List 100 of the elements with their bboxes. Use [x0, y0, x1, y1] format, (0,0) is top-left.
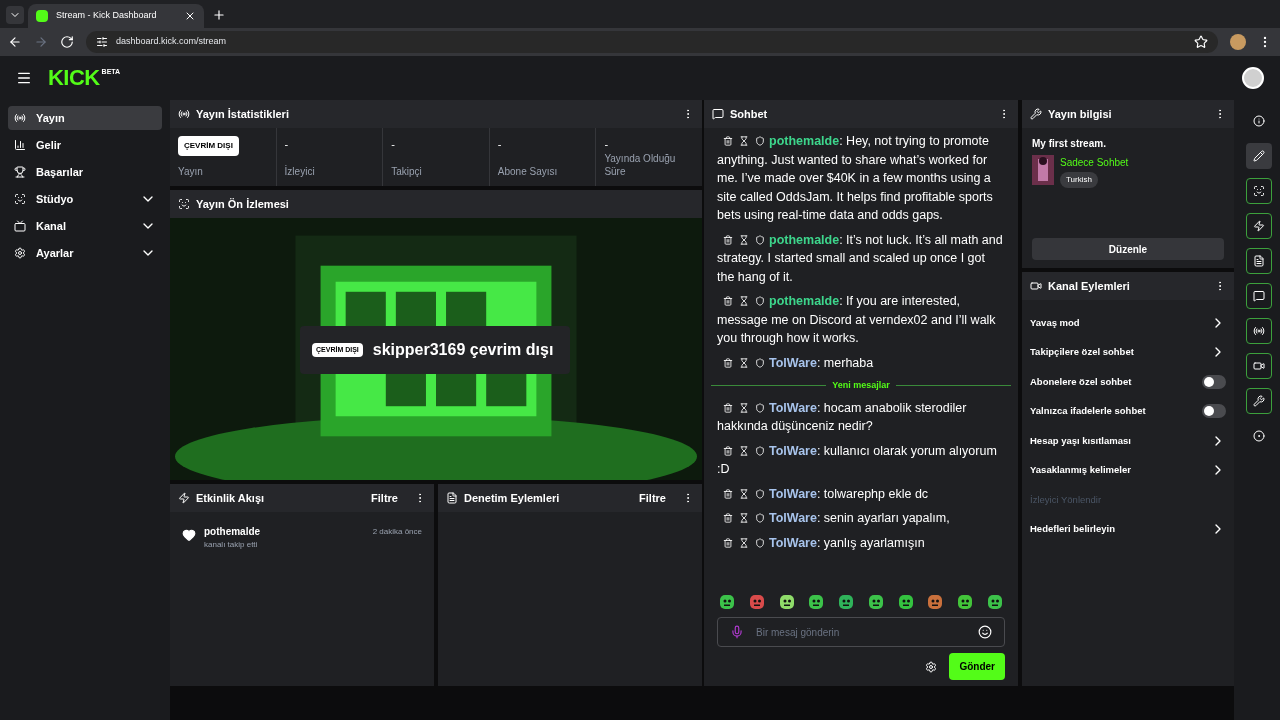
channel-action-item: İzleyici Yönlendir	[1030, 492, 1103, 507]
delete-icon[interactable]	[723, 136, 733, 146]
hourglass-icon[interactable]	[739, 402, 749, 413]
delete-icon[interactable]	[723, 402, 733, 413]
profile-avatar[interactable]	[1230, 34, 1246, 50]
camera-icon[interactable]	[1246, 353, 1272, 379]
delete-icon[interactable]	[723, 537, 733, 548]
emote-icon[interactable]	[718, 593, 736, 611]
shield-icon[interactable]	[755, 513, 765, 523]
sidebar-item[interactable]: Yayın	[8, 106, 162, 130]
broadcast-icon[interactable]	[1246, 318, 1272, 344]
emote-icon[interactable]	[837, 593, 856, 611]
shield-icon[interactable]	[755, 296, 765, 306]
event-time: 2 dakika önce	[372, 526, 422, 538]
chat-username[interactable]: TolWare	[769, 400, 817, 415]
status-badge: ÇEVRİM DIŞI	[178, 136, 239, 156]
forward-icon[interactable]	[34, 35, 48, 49]
hourglass-icon[interactable]	[739, 488, 749, 499]
close-icon[interactable]	[184, 10, 196, 22]
message-input[interactable]: Bir mesaj gönderin	[756, 624, 966, 640]
channel-action-item[interactable]: Abonelere özel sohbet	[1030, 367, 1226, 397]
toggle-switch[interactable]	[1202, 374, 1226, 389]
sidebar-item[interactable]: Kanal	[8, 214, 162, 238]
delete-icon[interactable]	[723, 488, 733, 499]
emote-icon[interactable]	[985, 593, 1004, 611]
shield-icon[interactable]	[755, 357, 765, 368]
hourglass-icon[interactable]	[739, 513, 749, 523]
shield-icon[interactable]	[755, 445, 765, 456]
send-button[interactable]: Gönder	[949, 653, 1005, 680]
emote-icon[interactable]	[777, 593, 796, 611]
chat-username[interactable]: TolWare	[769, 535, 817, 550]
new-tab-icon[interactable]	[212, 8, 226, 22]
broadcast-icon	[14, 112, 26, 124]
microphone-icon[interactable]	[730, 625, 744, 639]
filter-button[interactable]: Filtre	[371, 489, 398, 507]
channel-action-item[interactable]: Hedefleri belirleyin	[1030, 514, 1226, 544]
chat-message: TolWare: merhaba	[717, 353, 1005, 372]
menu-icon[interactable]	[16, 70, 32, 86]
delete-icon[interactable]	[723, 513, 733, 523]
toggle-switch[interactable]	[1202, 404, 1226, 419]
shield-icon[interactable]	[755, 537, 765, 548]
browser-tab[interactable]: Stream - Kick Dashboard	[28, 4, 204, 28]
edit-button[interactable]: Düzenle	[1032, 238, 1224, 260]
tab-list-button[interactable]	[6, 6, 24, 24]
emote-icon[interactable]	[866, 593, 885, 611]
delete-icon[interactable]	[723, 445, 733, 456]
shield-icon[interactable]	[755, 488, 765, 499]
event-action: kanalı takip etti	[204, 539, 259, 551]
shield-icon[interactable]	[755, 402, 765, 413]
document-icon[interactable]	[1246, 248, 1272, 274]
panel-title: Yayın bilgisi	[1048, 106, 1112, 122]
sidebar-item[interactable]: Gelir	[8, 133, 162, 157]
emote-icon[interactable]	[926, 593, 945, 611]
chat-message: TolWare: yanlış ayarlamışın	[717, 533, 1005, 552]
face-scan-icon[interactable]	[1246, 178, 1272, 204]
pencil-icon[interactable]	[1246, 143, 1272, 169]
filter-button[interactable]: Filtre	[639, 489, 666, 507]
hourglass-icon[interactable]	[739, 234, 749, 245]
back-icon[interactable]	[8, 35, 22, 49]
lightning-icon[interactable]	[1246, 213, 1272, 239]
hourglass-icon[interactable]	[739, 136, 749, 146]
emoji-icon[interactable]	[978, 625, 992, 639]
shield-icon[interactable]	[755, 234, 765, 245]
hourglass-icon[interactable]	[739, 357, 749, 368]
shield-icon[interactable]	[755, 136, 765, 146]
hourglass-icon[interactable]	[739, 296, 749, 306]
chat-username[interactable]: TolWare	[769, 486, 817, 501]
chat-username[interactable]: TolWare	[769, 355, 817, 370]
sidebar-item[interactable]: Başarılar	[8, 160, 162, 184]
language-tag: Turkish	[1060, 172, 1098, 188]
emote-icon[interactable]	[956, 593, 975, 611]
channel-action-item[interactable]: Hesap yaşı kısıtlaması	[1030, 426, 1226, 456]
sidebar-item[interactable]: Ayarlar	[8, 241, 162, 265]
camera-icon	[1030, 280, 1042, 292]
user-avatar[interactable]	[1242, 67, 1264, 89]
emote-icon[interactable]	[896, 593, 915, 611]
address-bar[interactable]: dashboard.kick.com/stream	[86, 31, 1218, 53]
settings-icon[interactable]	[925, 660, 938, 673]
category-link[interactable]: Sadece Sohbet	[1060, 155, 1129, 170]
chat-message: TolWare: kullanıcı olarak yorum alıyorum :D	[717, 442, 998, 478]
panel-title: Etkinlik Akışı	[196, 490, 265, 506]
channel-action-item[interactable]: Yasaklanmış kelimeler	[1030, 455, 1226, 485]
chat-username[interactable]: TolWare	[769, 443, 817, 458]
hourglass-icon[interactable]	[739, 537, 749, 548]
panel-title: Yayın İstatistikleri	[196, 106, 289, 122]
emote-icon[interactable]	[807, 593, 826, 611]
delete-icon[interactable]	[723, 296, 733, 306]
sidebar-item[interactable]: Stüdyo	[8, 187, 162, 211]
hourglass-icon[interactable]	[739, 445, 749, 456]
channel-action-item[interactable]: Yavaş mod	[1030, 308, 1226, 338]
channel-action-item[interactable]: Yalnızca ifadelerle sohbet	[1030, 396, 1226, 426]
chat-username[interactable]: TolWare	[769, 511, 817, 525]
delete-icon[interactable]	[723, 234, 733, 245]
message-box[interactable]: Bir mesaj gönderin	[717, 617, 1005, 647]
delete-icon[interactable]	[723, 357, 733, 368]
reload-icon[interactable]	[60, 35, 74, 49]
channel-action-item[interactable]: Takipçilere özel sohbet	[1030, 337, 1226, 367]
new-messages-divider: Yeni mesajlar	[832, 379, 890, 392]
chat-bubble-icon[interactable]	[1246, 283, 1272, 309]
wrench-icon[interactable]	[1246, 388, 1272, 414]
